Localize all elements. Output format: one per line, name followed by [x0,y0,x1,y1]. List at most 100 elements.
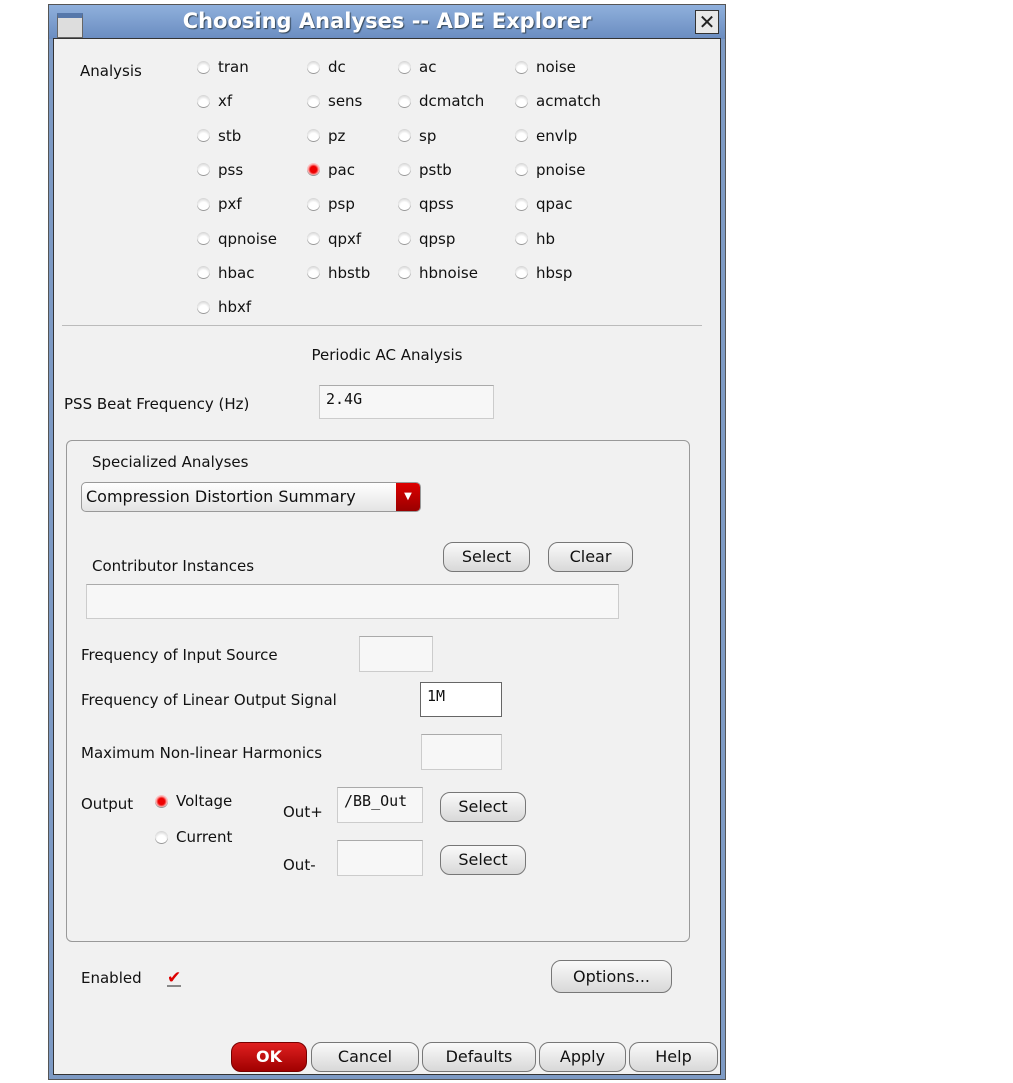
radio-label: hb [536,229,556,248]
apply-button[interactable]: Apply [539,1042,626,1072]
radio-acmatch[interactable]: acmatch [515,92,601,110]
radio-unselected-icon [197,300,210,314]
radio-tran[interactable]: tran [197,58,249,76]
radio-label: xf [218,92,233,111]
radio-sp[interactable]: sp [398,127,436,145]
radio-hbac[interactable]: hbac [197,264,254,282]
radio-qpnoise[interactable]: qpnoise [197,230,277,248]
radio-unselected-icon [515,129,528,143]
radio-sens[interactable]: sens [307,92,362,110]
title-bar[interactable]: Choosing Analyses -- ADE Explorer ✕ [49,5,725,39]
radio-qpsp[interactable]: qpsp [398,230,455,248]
radio-label: pxf [218,195,242,214]
enabled-checkbox[interactable]: ✔ [167,970,181,987]
defaults-button[interactable]: Defaults [422,1042,536,1072]
radio-hbnoise[interactable]: hbnoise [398,264,478,282]
radio-unselected-icon [398,232,411,245]
max-harmonics-field[interactable] [421,734,502,770]
radio-label: qpac [536,195,573,214]
radio-pnoise[interactable]: pnoise [515,161,585,179]
radio-label: noise [536,58,576,76]
out-plus-select-button[interactable]: Select [440,792,526,822]
radio-ac[interactable]: ac [398,58,436,76]
radio-noise[interactable]: noise [515,58,576,76]
radio-unselected-icon [515,163,528,177]
radio-qpss[interactable]: qpss [398,195,454,213]
radio-hbsp[interactable]: hbsp [515,264,572,282]
freq-linear-label: Frequency of Linear Output Signal [81,691,337,709]
radio-stb[interactable]: stb [197,127,241,145]
chevron-down-icon: ▼ [396,483,420,511]
radio-unselected-icon [197,60,210,74]
radio-unselected-icon [515,266,528,280]
radio-unselected-icon [398,163,411,177]
contributor-label: Contributor Instances [92,557,255,575]
freq-input-label: Frequency of Input Source [81,646,278,664]
radio-pz[interactable]: pz [307,127,345,145]
radio-pac[interactable]: pac [307,161,355,179]
ok-button[interactable]: OK [231,1042,307,1072]
radio-unselected-icon [398,94,411,108]
radio-psp[interactable]: psp [307,195,355,213]
freq-linear-field[interactable]: 1M [420,682,502,717]
radio-unselected-icon [515,232,528,245]
close-icon[interactable]: ✕ [695,10,719,34]
contributor-field[interactable] [86,584,619,619]
options-button[interactable]: Options... [551,960,672,993]
out-minus-field[interactable] [337,840,423,876]
radio-voltage[interactable]: Voltage [155,792,232,810]
specialized-analyses-dropdown[interactable]: Compression Distortion Summary ▼ [81,482,421,512]
radio-unselected-icon [197,129,210,143]
help-button[interactable]: Help [629,1042,718,1072]
contributor-select-button[interactable]: Select [443,542,530,572]
radio-qpac[interactable]: qpac [515,195,572,213]
radio-unselected-icon [307,232,320,245]
dialog-content: Analysis tran dc ac noise xf sens dcmatch acmat… [53,38,721,1075]
radio-label: envlp [536,126,578,145]
contributor-clear-button[interactable]: Clear [548,542,633,572]
pss-beat-label: PSS Beat Frequency (Hz) [64,395,250,413]
output-label: Output [81,795,134,813]
radio-label: dc [328,58,346,76]
radio-label: qpsp [419,229,456,248]
window-title: Choosing Analyses -- ADE Explorer [182,9,592,33]
radio-qpxf[interactable]: qpxf [307,230,361,248]
radio-label: tran [218,58,249,76]
radio-unselected-icon [197,163,210,177]
section-title: Periodic AC Analysis [311,346,463,364]
radio-dc[interactable]: dc [307,58,346,76]
radio-envlp[interactable]: envlp [515,127,577,145]
radio-label: hbnoise [419,263,478,282]
out-minus-label: Out- [283,856,316,874]
out-plus-field[interactable]: /BB_Out [337,787,423,823]
radio-xf[interactable]: xf [197,92,232,110]
radio-pss[interactable]: pss [197,161,243,179]
radio-unselected-icon [398,266,411,280]
out-minus-select-button[interactable]: Select [440,845,526,875]
radio-label: pz [328,126,346,145]
radio-label: qpxf [328,229,362,248]
radio-hbstb[interactable]: hbstb [307,264,370,282]
radio-hbxf[interactable]: hbxf [197,298,251,316]
radio-label: hbac [218,263,255,282]
radio-label: stb [218,126,242,145]
cancel-button[interactable]: Cancel [311,1042,419,1072]
radio-dcmatch[interactable]: dcmatch [398,92,484,110]
radio-pstb[interactable]: pstb [398,161,452,179]
enabled-label: Enabled [81,969,142,987]
radio-unselected-icon [515,60,528,74]
radio-unselected-icon [307,197,320,211]
freq-input-field[interactable] [359,636,433,672]
radio-hb[interactable]: hb [515,230,555,248]
radio-unselected-icon [398,197,411,211]
radio-pxf[interactable]: pxf [197,195,242,213]
radio-unselected-icon [197,197,210,211]
radio-label: Voltage [176,792,233,810]
radio-label: acmatch [536,92,601,111]
pss-beat-field[interactable]: 2.4G [319,385,494,419]
radio-label: Current [176,828,233,846]
radio-unselected-icon [398,129,411,143]
radio-unselected-icon [398,60,411,74]
radio-label: pstb [419,160,452,179]
radio-current[interactable]: Current [155,828,232,846]
